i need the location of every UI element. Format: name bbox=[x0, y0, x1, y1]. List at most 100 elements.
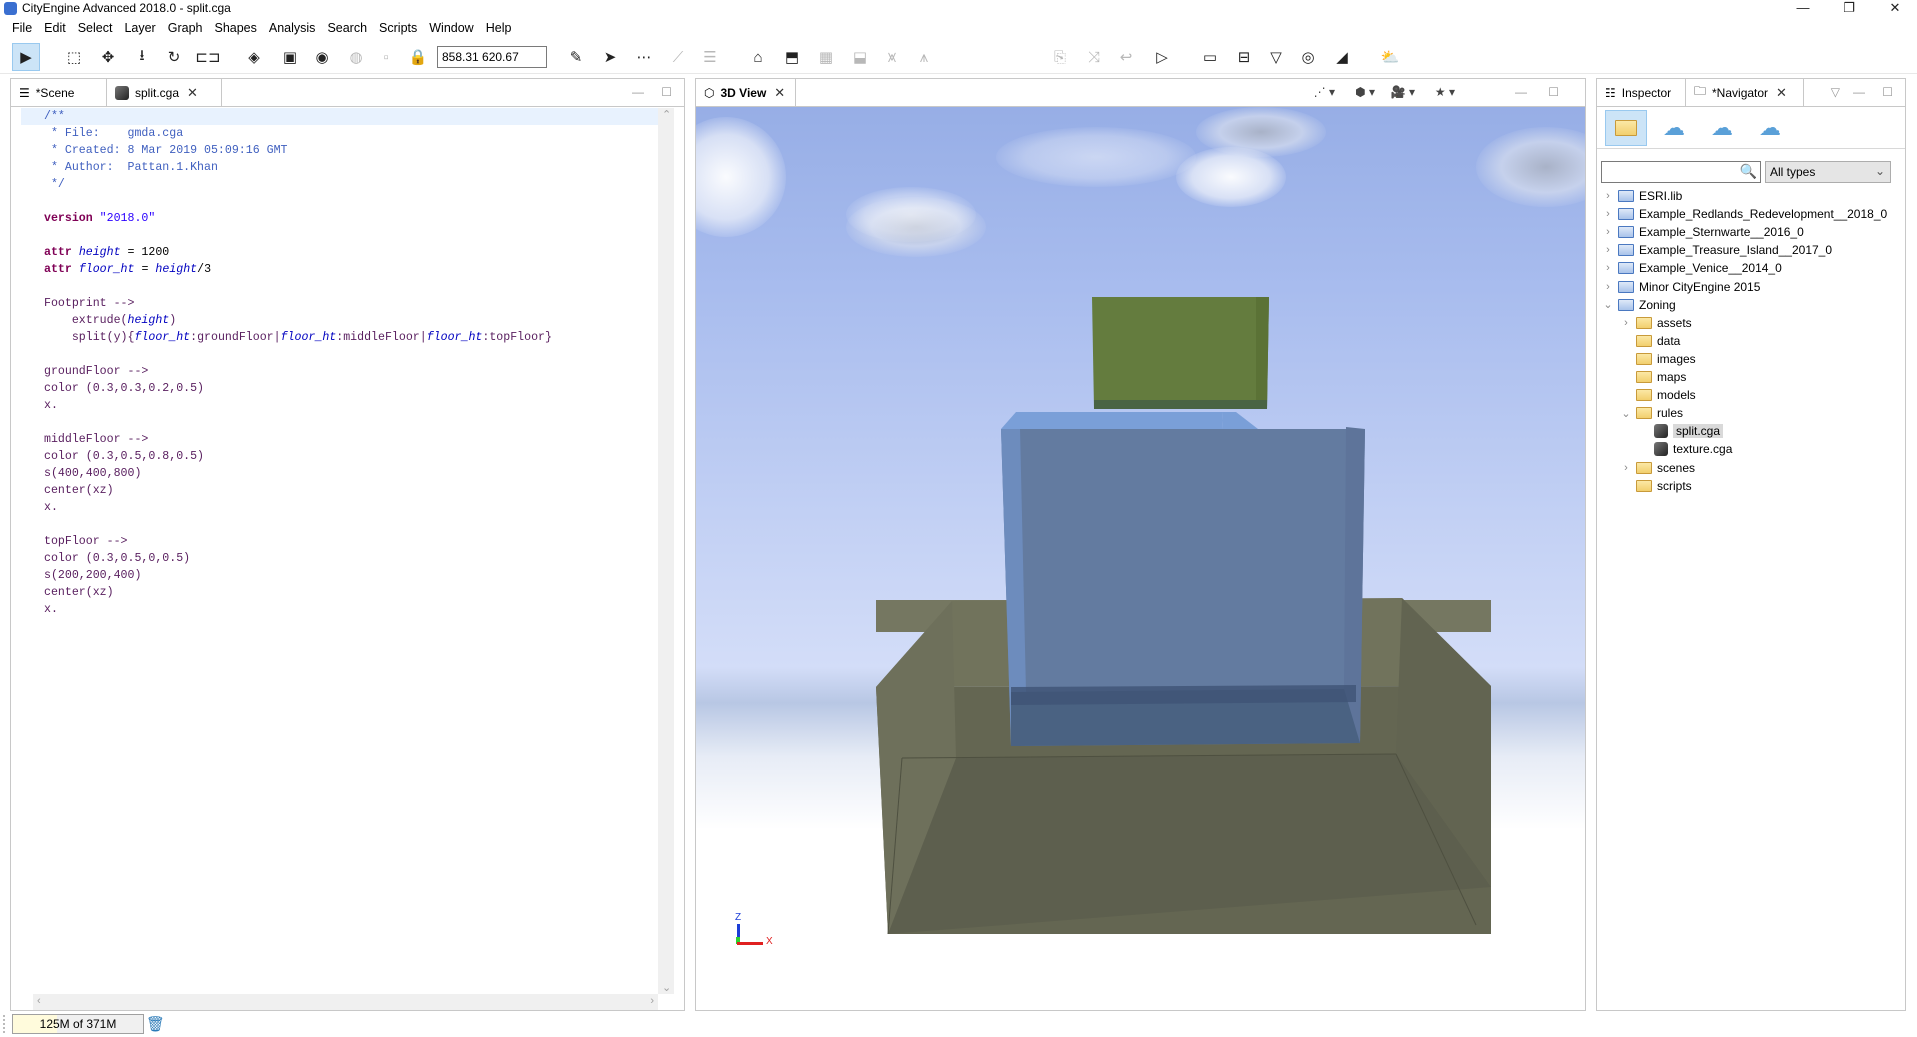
menu-search[interactable]: Search bbox=[321, 19, 373, 39]
code-line[interactable]: attr floor_ht = height/3 bbox=[21, 261, 671, 278]
menu-graph[interactable]: Graph bbox=[162, 19, 209, 39]
code-line[interactable]: * File: gmda.cga bbox=[21, 125, 671, 142]
tab-inspector[interactable]: ☷ Inspector bbox=[1597, 79, 1686, 106]
code-line[interactable]: topFloor --> bbox=[21, 533, 671, 550]
chevron-right-icon[interactable]: › bbox=[1603, 208, 1613, 220]
code-line[interactable] bbox=[21, 516, 671, 533]
chevron-down-icon[interactable]: ⌄ bbox=[1603, 298, 1613, 311]
tree-item[interactable]: maps bbox=[1621, 368, 1686, 386]
shape-edit-tool-icon[interactable]: ⬓ bbox=[846, 43, 874, 71]
menu-file[interactable]: File bbox=[6, 19, 38, 39]
tree-item[interactable]: ⌄ Zoning bbox=[1603, 296, 1675, 314]
my-content-cloud-icon[interactable]: ☁ bbox=[1653, 110, 1695, 146]
chevron-right-icon[interactable]: › bbox=[1621, 317, 1631, 329]
code-line[interactable]: s(200,200,400) bbox=[21, 567, 671, 584]
code-line[interactable]: x. bbox=[21, 397, 671, 414]
tree-item[interactable]: data bbox=[1621, 332, 1680, 350]
chevron-down-icon[interactable]: ⌄ bbox=[1621, 407, 1631, 420]
align-terrain-tool-icon[interactable]: ⩙ bbox=[878, 43, 906, 71]
chevron-right-icon[interactable]: › bbox=[1603, 226, 1613, 238]
code-line[interactable]: x. bbox=[21, 601, 671, 618]
random-seed-tool-icon[interactable]: ⤨ bbox=[1080, 43, 1108, 71]
scale-tool-icon[interactable]: ⭳ bbox=[128, 43, 156, 71]
chevron-right-icon[interactable]: › bbox=[1603, 244, 1613, 256]
code-line[interactable]: center(xz) bbox=[21, 584, 671, 601]
search-icon[interactable]: 🔍 bbox=[1740, 163, 1757, 180]
horizontal-scrollbar[interactable]: ‹ › bbox=[33, 994, 658, 1010]
code-line[interactable] bbox=[21, 193, 671, 210]
light-tool-icon[interactable]: ◢ bbox=[1328, 43, 1356, 71]
project-tool-icon[interactable]: ⩚ bbox=[910, 43, 938, 71]
street-select-tool-icon[interactable]: ➤ bbox=[596, 43, 624, 71]
move-tool-icon[interactable]: ✥ bbox=[94, 43, 122, 71]
camera-bookmarks-icon[interactable]: 🎥 ▾ bbox=[1391, 85, 1415, 99]
scroll-left-icon[interactable]: ‹ bbox=[37, 995, 41, 1007]
frame-tool-icon[interactable]: ⬚ bbox=[60, 43, 88, 71]
scroll-down-icon[interactable]: ⌄ bbox=[662, 981, 671, 994]
chevron-right-icon[interactable]: › bbox=[1603, 281, 1613, 293]
tab-split-cga[interactable]: split.cga ✕ bbox=[107, 79, 222, 106]
texture-tool-icon[interactable]: ▦ bbox=[812, 43, 840, 71]
chevron-right-icon[interactable]: › bbox=[1603, 262, 1613, 274]
menu-scripts[interactable]: Scripts bbox=[373, 19, 423, 39]
3d-viewport[interactable]: Z X bbox=[696, 107, 1585, 1010]
code-line[interactable]: version "2018.0" bbox=[21, 210, 671, 227]
orbit-tool-icon[interactable]: ◉ bbox=[308, 43, 336, 71]
code-lines[interactable]: /** * File: gmda.cga * Created: 8 Mar 20… bbox=[21, 108, 671, 618]
menu-shapes[interactable]: Shapes bbox=[208, 19, 262, 39]
tree-item[interactable]: › Example_Sternwarte__2016_0 bbox=[1603, 223, 1804, 241]
area-measure-tool-icon[interactable]: ⊟ bbox=[1230, 43, 1258, 71]
vertical-scrollbar[interactable]: ⌃ ⌄ bbox=[658, 108, 674, 994]
display-options-icon[interactable]: ⬢ ▾ bbox=[1355, 85, 1375, 99]
tree-item[interactable]: split.cga bbox=[1639, 422, 1724, 440]
grow-streets-tool-icon[interactable]: ☰ bbox=[696, 43, 724, 71]
code-line[interactable]: x. bbox=[21, 499, 671, 516]
minimize-button[interactable]: — bbox=[1780, 0, 1826, 18]
tree-item[interactable]: models bbox=[1621, 386, 1696, 404]
chevron-right-icon[interactable]: › bbox=[1621, 462, 1631, 474]
menu-select[interactable]: Select bbox=[72, 19, 119, 39]
code-line[interactable]: color (0.3,0.5,0,0.5) bbox=[21, 550, 671, 567]
sun-weather-tool-icon[interactable]: ⛅ bbox=[1376, 43, 1404, 71]
tree-item[interactable]: images bbox=[1621, 350, 1696, 368]
menu-help[interactable]: Help bbox=[480, 19, 518, 39]
cloud-icon[interactable]: ☁ bbox=[1749, 110, 1791, 146]
tree-item[interactable]: › Example_Treasure_Island__2017_0 bbox=[1603, 241, 1832, 259]
rotate-tool-icon[interactable]: ↻ bbox=[160, 43, 188, 71]
close-tab-icon[interactable]: ✕ bbox=[774, 85, 785, 101]
bounding-box-tool-icon[interactable]: ⊏⊐ bbox=[194, 43, 222, 71]
reset-tool-icon[interactable]: ↩ bbox=[1112, 43, 1140, 71]
type-filter-select[interactable]: All types ⌄ bbox=[1765, 161, 1891, 183]
code-line[interactable]: * Created: 8 Mar 2019 05:09:16 GMT bbox=[21, 142, 671, 159]
code-line[interactable]: */ bbox=[21, 176, 671, 193]
coordinates-field[interactable] bbox=[437, 46, 547, 68]
code-line[interactable]: split(y){floor_ht:groundFloor|floor_ht:m… bbox=[21, 329, 671, 346]
tree-item[interactable]: › assets bbox=[1621, 314, 1692, 332]
middle-floor-box[interactable] bbox=[1001, 412, 1365, 746]
tab-scene[interactable]: ☰ *Scene bbox=[11, 79, 107, 106]
tree-item[interactable]: texture.cga bbox=[1639, 440, 1732, 458]
extrude-shape-tool-icon[interactable]: ⬒ bbox=[778, 43, 806, 71]
code-line[interactable] bbox=[21, 414, 671, 431]
view-settings-icon[interactable]: ⋰ ▾ bbox=[1314, 85, 1335, 99]
menu-edit[interactable]: Edit bbox=[38, 19, 72, 39]
tree-item[interactable]: › Minor CityEngine 2015 bbox=[1603, 278, 1760, 296]
close-tab-icon[interactable]: ✕ bbox=[1776, 85, 1787, 101]
view-menu-icon[interactable]: ▽ bbox=[1831, 85, 1840, 99]
tumble-tool-icon[interactable]: ◈ bbox=[240, 43, 268, 71]
tree-item[interactable]: › Example_Redlands_Redevelopment__2018_0 bbox=[1603, 205, 1887, 223]
create-shape-tool-icon[interactable]: ⌂ bbox=[744, 43, 772, 71]
chevron-right-icon[interactable]: › bbox=[1603, 190, 1613, 202]
code-line[interactable]: middleFloor --> bbox=[21, 431, 671, 448]
group-content-cloud-icon[interactable]: ☁ bbox=[1701, 110, 1743, 146]
select-tool-icon[interactable]: ▶ bbox=[12, 43, 40, 71]
georef-tool-icon[interactable]: ◍ bbox=[342, 43, 370, 71]
minimize-panel-icon[interactable]: — bbox=[632, 85, 644, 99]
freehand-street-tool-icon[interactable]: ⋯ bbox=[630, 43, 658, 71]
local-workspace-icon[interactable] bbox=[1605, 110, 1647, 146]
lock-tool-icon[interactable]: 🔒 bbox=[404, 43, 432, 71]
tree-item[interactable]: › Example_Venice__2014_0 bbox=[1603, 259, 1782, 277]
menu-analysis[interactable]: Analysis bbox=[263, 19, 322, 39]
code-line[interactable]: color (0.3,0.3,0.2,0.5) bbox=[21, 380, 671, 397]
tree-item[interactable]: › scenes bbox=[1621, 459, 1695, 477]
